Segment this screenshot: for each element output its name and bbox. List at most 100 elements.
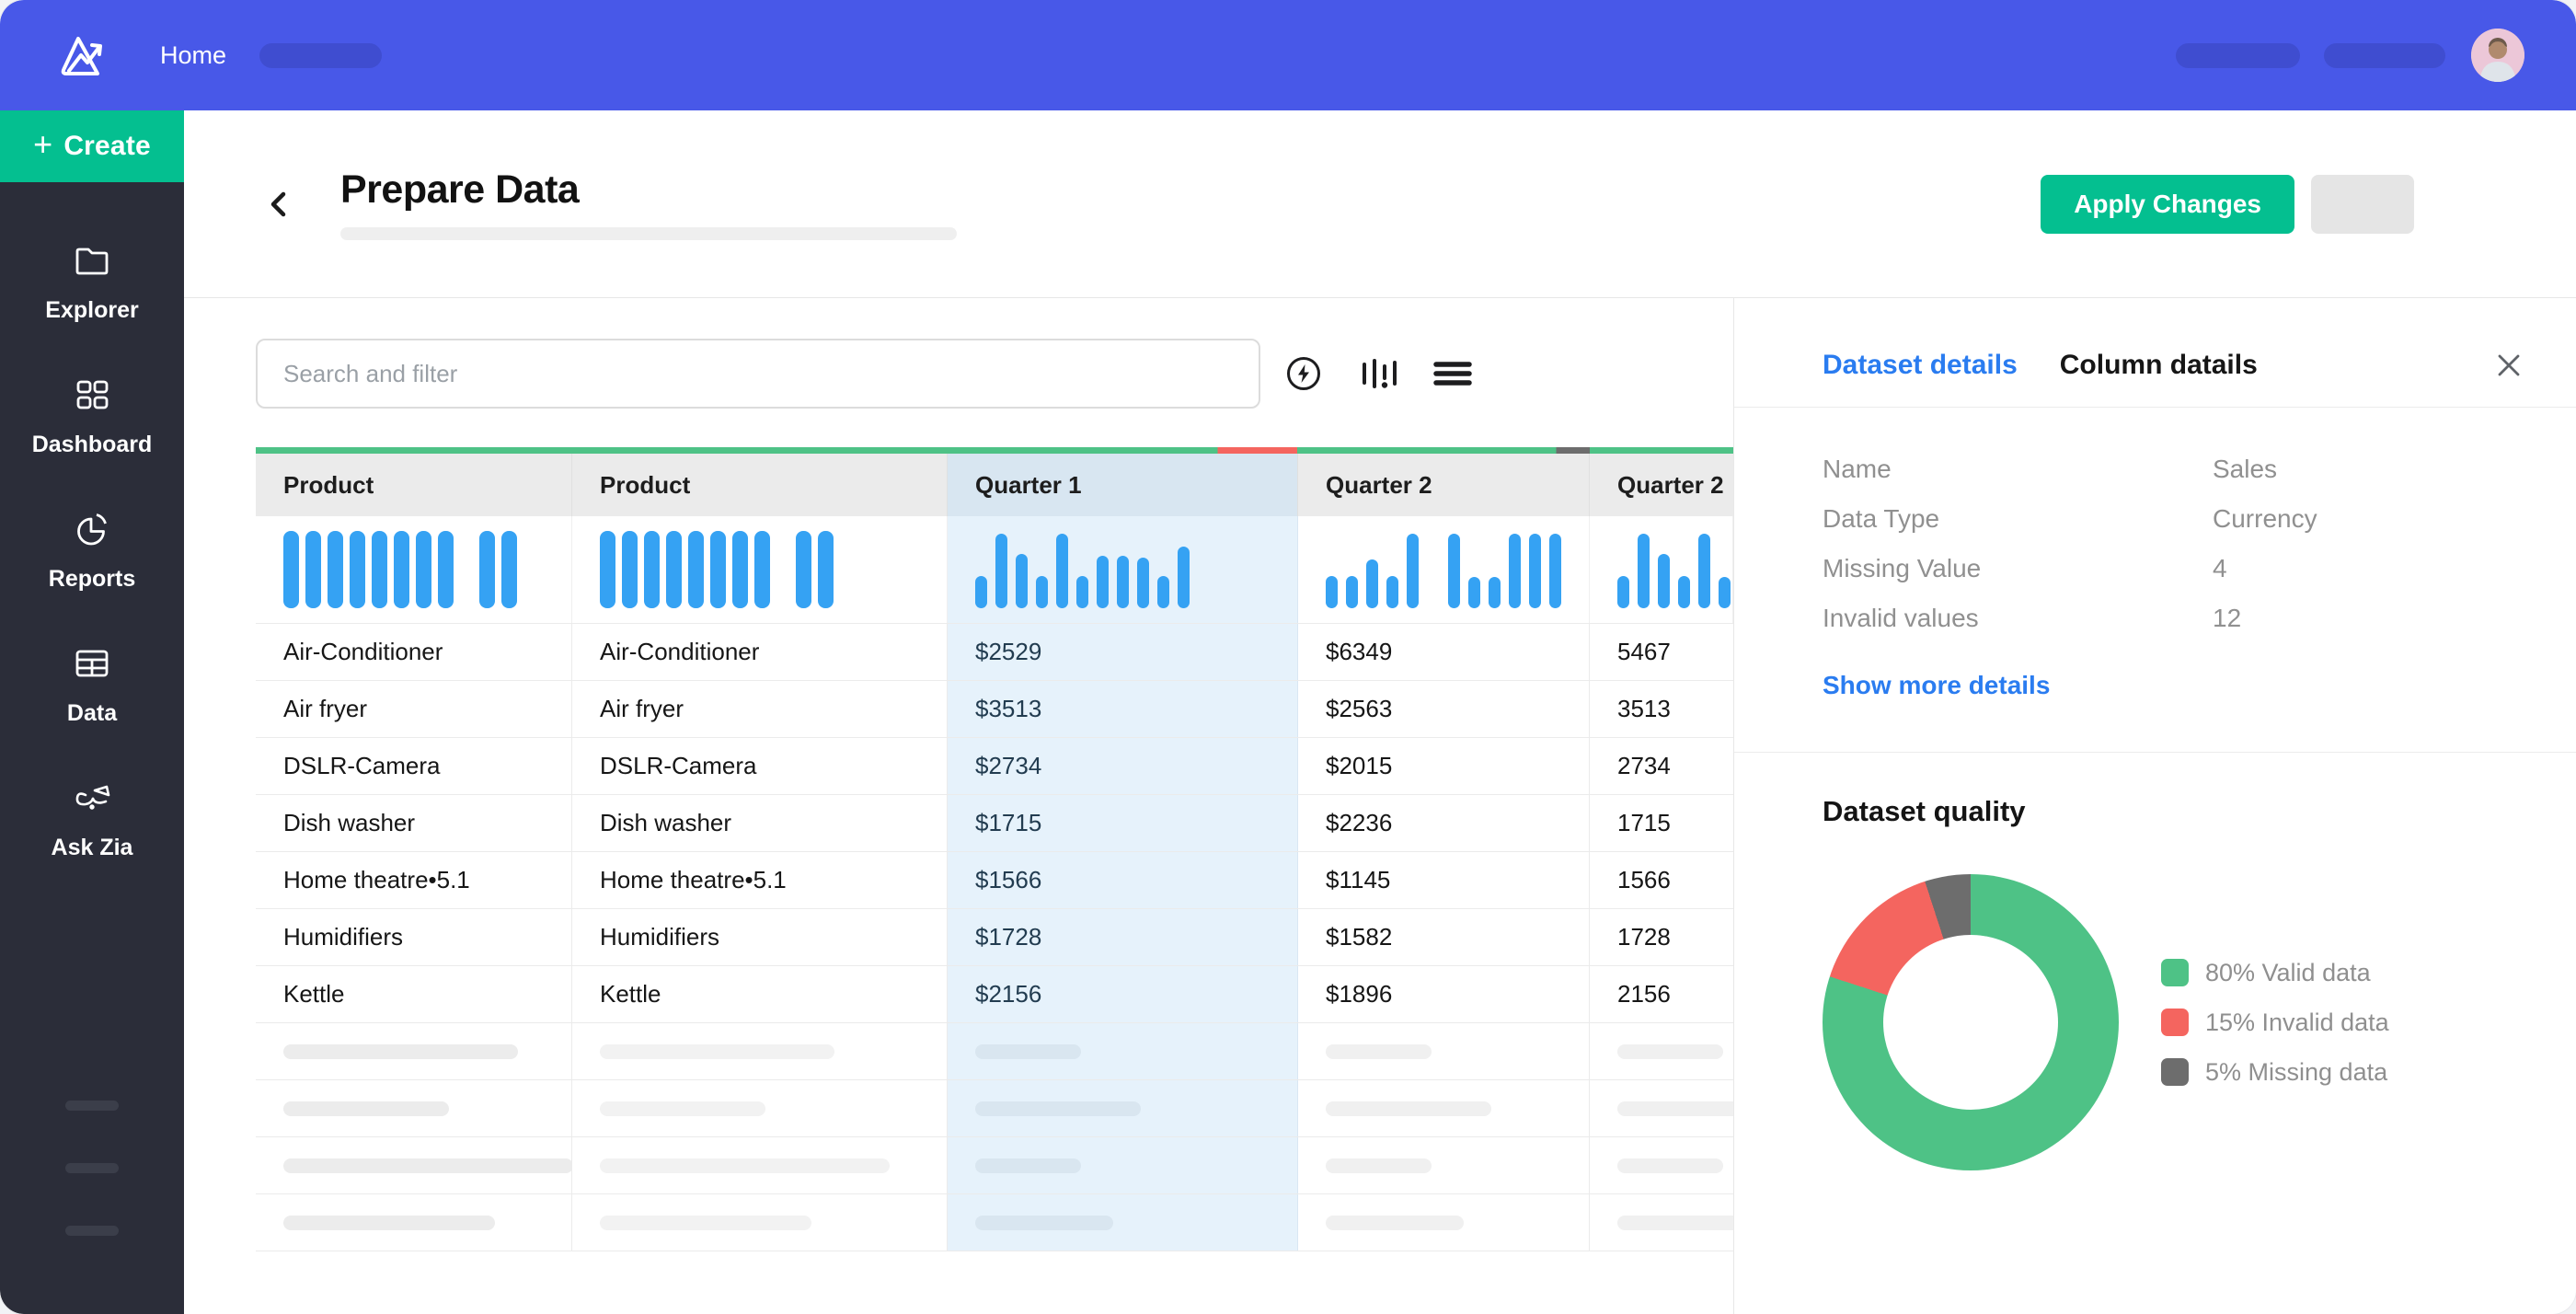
show-more-details-link[interactable]: Show more details: [1823, 671, 2050, 700]
sidebar-item-dashboard[interactable]: Dashboard: [0, 353, 184, 478]
nav-home-link[interactable]: Home: [160, 41, 226, 70]
table-cell[interactable]: Home theatre•5.1: [256, 852, 572, 908]
column-header-3[interactable]: Quarter 1: [948, 454, 1298, 516]
table-cell[interactable]: Air-Conditioner: [256, 624, 572, 680]
table-cell[interactable]: Humidifiers: [256, 909, 572, 965]
histogram-bar: [1448, 534, 1460, 608]
secondary-placeholder-button[interactable]: [2311, 175, 2414, 234]
column-header-2[interactable]: Product: [572, 454, 948, 516]
table-cell[interactable]: $2529: [948, 624, 1298, 680]
table-cell[interactable]: Air-Conditioner: [572, 624, 948, 680]
table-skeleton-row: [256, 1079, 1733, 1136]
column-header-5[interactable]: Quarter 2: [1590, 454, 1733, 516]
sidebar-item-explorer[interactable]: Explorer: [0, 219, 184, 344]
sidebar-item-reports[interactable]: Reports: [0, 488, 184, 613]
table-cell[interactable]: $2015: [1298, 738, 1590, 794]
table-cell[interactable]: 2156: [1590, 966, 1733, 1022]
app-window: Home + Create ExplorerDashboardReportsDa…: [0, 0, 2576, 1314]
header-actions: Apply Changes: [2041, 175, 2414, 234]
table-skeleton-cell: [256, 1080, 572, 1136]
histogram-bar: [1117, 556, 1129, 608]
table-cell[interactable]: $6349: [1298, 624, 1590, 680]
close-icon[interactable]: [2491, 348, 2526, 383]
create-button[interactable]: + Create: [0, 110, 184, 182]
tab-column-details[interactable]: Column datails: [2060, 350, 2258, 381]
table-cell[interactable]: $3513: [948, 681, 1298, 737]
table-cell[interactable]: $1145: [1298, 852, 1590, 908]
table-cell[interactable]: $1728: [948, 909, 1298, 965]
back-chevron-icon[interactable]: [261, 186, 298, 223]
table-skeleton-cell: [572, 1023, 948, 1079]
table-cell[interactable]: DSLR-Camera: [572, 738, 948, 794]
legend-label: 80% Valid data: [2205, 959, 2371, 987]
user-avatar[interactable]: [2471, 29, 2524, 82]
histogram-bar: [754, 531, 770, 608]
skeleton-pill: [1326, 1216, 1464, 1230]
search-input[interactable]: [256, 339, 1260, 409]
column-filter-equalizer-icon[interactable]: [1358, 352, 1398, 395]
table-cell[interactable]: $1715: [948, 795, 1298, 851]
column-histogram-cell[interactable]: [1298, 516, 1590, 623]
table-cell[interactable]: 1728: [1590, 909, 1733, 965]
skeleton-pill: [600, 1158, 890, 1173]
histogram-bar: [666, 531, 682, 608]
histogram-bar: [438, 531, 454, 608]
zia-icon: [71, 777, 113, 824]
menu-hamburger-icon[interactable]: [1432, 352, 1474, 395]
skeleton-pill: [283, 1101, 449, 1116]
table-cell[interactable]: Air fryer: [572, 681, 948, 737]
skeleton-pill: [975, 1101, 1141, 1116]
tab-dataset-details[interactable]: Dataset details: [1823, 350, 2018, 381]
table-cell[interactable]: $2236: [1298, 795, 1590, 851]
table-cell[interactable]: Kettle: [572, 966, 948, 1022]
histogram-bar: [328, 531, 343, 608]
histogram-bar: [1137, 558, 1149, 608]
histogram-bar: [1638, 534, 1650, 608]
sidebar-item-label: Dashboard: [32, 432, 153, 458]
analytics-logo-icon[interactable]: [53, 26, 112, 85]
topbar-right-group: [2176, 29, 2524, 82]
table-cell[interactable]: 2734: [1590, 738, 1733, 794]
column-histogram-cell[interactable]: [948, 516, 1298, 623]
table-cell[interactable]: Kettle: [256, 966, 572, 1022]
sidebar-item-ask-zia[interactable]: Ask Zia: [0, 756, 184, 882]
histogram-bar: [1719, 577, 1731, 608]
detail-field-value: 4: [2213, 554, 2227, 583]
histogram-bar: [1658, 554, 1670, 608]
histogram-bar: [1386, 576, 1398, 608]
table-cell[interactable]: Home theatre•5.1: [572, 852, 948, 908]
table-cell[interactable]: Air fryer: [256, 681, 572, 737]
auto-transform-flash-icon[interactable]: [1282, 352, 1325, 395]
table-skeleton-cell: [572, 1194, 948, 1251]
table-cell[interactable]: DSLR-Camera: [256, 738, 572, 794]
column-header-4[interactable]: Quarter 2: [1298, 454, 1590, 516]
table-cell[interactable]: $1566: [948, 852, 1298, 908]
table-cell[interactable]: Dish washer: [256, 795, 572, 851]
table-cell[interactable]: $1896: [1298, 966, 1590, 1022]
table-cell[interactable]: 1566: [1590, 852, 1733, 908]
table-cell[interactable]: 1715: [1590, 795, 1733, 851]
table-cell[interactable]: Humidifiers: [572, 909, 948, 965]
column-histogram-cell[interactable]: [572, 516, 948, 623]
table-cell[interactable]: $2734: [948, 738, 1298, 794]
table-cell[interactable]: $2563: [1298, 681, 1590, 737]
histogram-bar: [1529, 534, 1541, 608]
table-cell[interactable]: Dish washer: [572, 795, 948, 851]
table-cell[interactable]: 3513: [1590, 681, 1733, 737]
skeleton-pill: [1617, 1044, 1723, 1059]
histogram-bar: [479, 531, 495, 608]
column-header-1[interactable]: Product: [256, 454, 572, 516]
skeleton-pill: [1326, 1101, 1491, 1116]
pie-icon: [71, 508, 113, 555]
sidebar-item-label: Explorer: [45, 297, 138, 324]
column-histogram-cell[interactable]: [1590, 516, 1733, 623]
table-cell[interactable]: $2156: [948, 966, 1298, 1022]
detail-field-row: Data TypeCurrency: [1823, 494, 2576, 544]
sidebar-item-data[interactable]: Data: [0, 622, 184, 747]
apply-changes-button[interactable]: Apply Changes: [2041, 175, 2294, 234]
table-skeleton-cell: [572, 1137, 948, 1193]
table-cell[interactable]: $1582: [1298, 909, 1590, 965]
detail-field-label: Name: [1823, 455, 2213, 484]
table-cell[interactable]: 5467: [1590, 624, 1733, 680]
column-histogram-cell[interactable]: [256, 516, 572, 623]
